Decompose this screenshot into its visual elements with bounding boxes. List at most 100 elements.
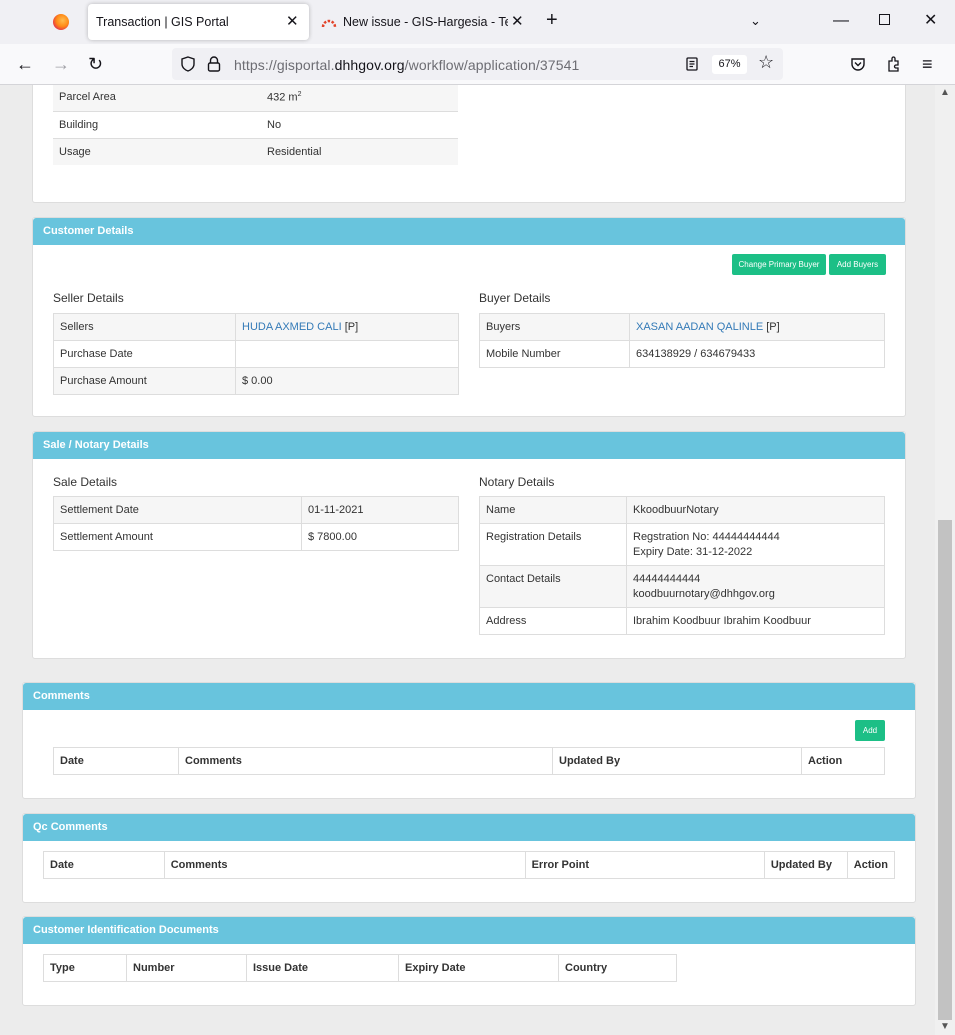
column-header[interactable]: Action bbox=[801, 747, 885, 775]
list-tabs-icon[interactable]: ⌄ bbox=[750, 12, 761, 30]
mobile-label: Mobile Number bbox=[479, 340, 630, 368]
scroll-down-icon[interactable]: ▼ bbox=[940, 1021, 950, 1032]
back-icon[interactable]: ← bbox=[16, 54, 34, 74]
notary-name-value: KkoodbuurNotary bbox=[626, 496, 885, 524]
purchase-date-label: Purchase Date bbox=[53, 340, 236, 368]
tab-title: Transaction | GIS Portal bbox=[96, 15, 229, 29]
reader-view-icon[interactable] bbox=[686, 57, 698, 71]
tab-new-issue[interactable]: New issue - GIS-Hargesia - Team ✕ bbox=[312, 4, 532, 40]
column-header[interactable]: Number bbox=[126, 954, 247, 982]
parcel-area-label: Parcel Area bbox=[53, 85, 261, 111]
table-header-row: Type Number Issue Date Expiry Date Count… bbox=[43, 954, 677, 982]
settlement-amount-label: Settlement Amount bbox=[53, 523, 302, 551]
customer-documents-panel: Customer Identification Documents Type N… bbox=[22, 916, 916, 1006]
column-header[interactable]: Error Point bbox=[524, 851, 765, 879]
mobile-value: 634138929 / 634679433 bbox=[629, 340, 885, 368]
column-header[interactable]: Date bbox=[53, 747, 179, 775]
table-row: Mobile Number 634138929 / 634679433 bbox=[479, 340, 885, 368]
notary-name-label: Name bbox=[479, 496, 627, 524]
parcel-table: Parcel Area 432 m2 Building No Usage Res… bbox=[53, 85, 458, 165]
table-row: Buyers XASAN AADAN QALINLE [P] bbox=[479, 313, 885, 341]
sale-table: Settlement Date 01-11-2021 Settlement Am… bbox=[53, 496, 459, 551]
comments-panel: Comments Add Date Comments Updated By Ac… bbox=[22, 682, 916, 799]
settlement-date-label: Settlement Date bbox=[53, 496, 302, 524]
panel-header: Sale / Notary Details bbox=[33, 432, 905, 459]
menu-icon[interactable]: ≡ bbox=[922, 54, 933, 74]
gitlab-icon bbox=[321, 19, 337, 28]
firefox-icon[interactable] bbox=[53, 14, 69, 30]
column-header[interactable]: Updated By bbox=[552, 747, 802, 775]
parcel-area-value: 432 m2 bbox=[261, 85, 458, 111]
buyer-details-title: Buyer Details bbox=[479, 291, 551, 305]
usage-value: Residential bbox=[261, 137, 458, 165]
column-header[interactable]: Action bbox=[846, 851, 896, 879]
registration-value: Regstration No: 44444444444 Expiry Date: … bbox=[626, 523, 885, 566]
qc-comments-table: Date Comments Error Point Updated By Act… bbox=[43, 851, 896, 879]
table-row: Building No bbox=[53, 110, 458, 138]
column-header[interactable]: Country bbox=[558, 954, 677, 982]
reload-icon[interactable]: ↻ bbox=[88, 54, 103, 74]
add-buyers-button[interactable]: Add Buyers bbox=[829, 254, 886, 275]
table-row: Purchase Amount $ 0.00 bbox=[53, 367, 459, 395]
parcel-panel: Parcel Area 432 m2 Building No Usage Res… bbox=[32, 85, 906, 203]
panel-header: Qc Comments bbox=[23, 814, 915, 841]
settlement-amount-value: $ 7800.00 bbox=[301, 523, 459, 551]
contact-value: 44444444444 koodbuurnotary@dhhgov.org bbox=[626, 565, 885, 608]
table-row: Address Ibrahim Koodbuur Ibrahim Koodbuu… bbox=[479, 607, 885, 635]
scrollbar-thumb[interactable] bbox=[938, 520, 952, 1020]
building-value: No bbox=[261, 110, 458, 138]
table-row: Name KkoodbuurNotary bbox=[479, 496, 885, 524]
column-header[interactable]: Expiry Date bbox=[398, 954, 559, 982]
extensions-icon[interactable] bbox=[886, 55, 902, 73]
zoom-level[interactable]: 67% bbox=[712, 55, 747, 74]
column-header[interactable]: Date bbox=[43, 851, 165, 879]
new-tab-icon[interactable]: + bbox=[546, 10, 558, 30]
usage-label: Usage bbox=[53, 137, 261, 165]
seller-link[interactable]: HUDA AXMED CALI bbox=[242, 321, 342, 333]
column-header[interactable]: Type bbox=[43, 954, 127, 982]
table-row: Purchase Date bbox=[53, 340, 459, 368]
table-row: Sellers HUDA AXMED CALI [P] bbox=[53, 313, 459, 341]
column-header[interactable]: Comments bbox=[178, 747, 553, 775]
purchase-date-value bbox=[235, 340, 459, 368]
shield-icon[interactable] bbox=[180, 56, 196, 72]
purchase-amount-value: $ 0.00 bbox=[235, 367, 459, 395]
customer-details-panel: Customer Details Change Primary Buyer Ad… bbox=[32, 217, 906, 417]
address-label: Address bbox=[479, 607, 627, 635]
address-value: Ibrahim Koodbuur Ibrahim Koodbuur bbox=[626, 607, 885, 635]
close-tab-icon[interactable]: ✕ bbox=[511, 14, 524, 29]
column-header[interactable]: Updated By bbox=[763, 851, 848, 879]
sale-details-title: Sale Details bbox=[53, 475, 118, 489]
table-row: Parcel Area 432 m2 bbox=[53, 85, 458, 111]
minimize-icon[interactable]: — bbox=[833, 12, 849, 30]
comments-table: Date Comments Updated By Action bbox=[53, 747, 885, 775]
lock-icon[interactable] bbox=[207, 56, 221, 72]
add-comment-button[interactable]: Add bbox=[855, 720, 885, 741]
close-tab-icon[interactable]: ✕ bbox=[286, 14, 299, 29]
qc-comments-panel: Qc Comments Date Comments Error Point Up… bbox=[22, 813, 916, 903]
column-header[interactable]: Comments bbox=[163, 851, 526, 879]
table-row: Settlement Amount $ 7800.00 bbox=[53, 523, 459, 551]
bookmark-star-icon[interactable]: ☆ bbox=[758, 52, 774, 73]
settlement-date-value: 01-11-2021 bbox=[301, 496, 459, 524]
buyer-table: Buyers XASAN AADAN QALINLE [P] Mobile Nu… bbox=[479, 313, 885, 368]
scroll-up-icon[interactable]: ▲ bbox=[940, 87, 950, 98]
table-row: Settlement Date 01-11-2021 bbox=[53, 496, 459, 524]
tab-bar: Transaction | GIS Portal ✕ New issue - G… bbox=[0, 0, 955, 44]
change-primary-buyer-button[interactable]: Change Primary Buyer bbox=[732, 254, 826, 275]
buyer-link[interactable]: XASAN AADAN QALINLE bbox=[636, 321, 763, 333]
close-window-icon[interactable]: ✕ bbox=[924, 12, 937, 30]
forward-icon[interactable]: → bbox=[52, 54, 70, 74]
tab-transaction[interactable]: Transaction | GIS Portal ✕ bbox=[88, 4, 309, 40]
page-viewport: Parcel Area 432 m2 Building No Usage Res… bbox=[0, 85, 935, 1035]
documents-table: Type Number Issue Date Expiry Date Count… bbox=[43, 954, 677, 982]
registration-label: Registration Details bbox=[479, 523, 627, 566]
maximize-icon[interactable] bbox=[879, 14, 890, 25]
table-row: Registration Details Regstration No: 444… bbox=[479, 523, 885, 566]
vertical-scrollbar[interactable]: ▲ ▼ bbox=[935, 85, 955, 1035]
address-bar[interactable]: https://gisportal.dhhgov.org/workflow/ap… bbox=[172, 48, 783, 80]
buyers-label: Buyers bbox=[479, 313, 630, 341]
pocket-icon[interactable] bbox=[850, 56, 866, 72]
column-header[interactable]: Issue Date bbox=[246, 954, 399, 982]
table-header-row: Date Comments Error Point Updated By Act… bbox=[43, 851, 896, 879]
